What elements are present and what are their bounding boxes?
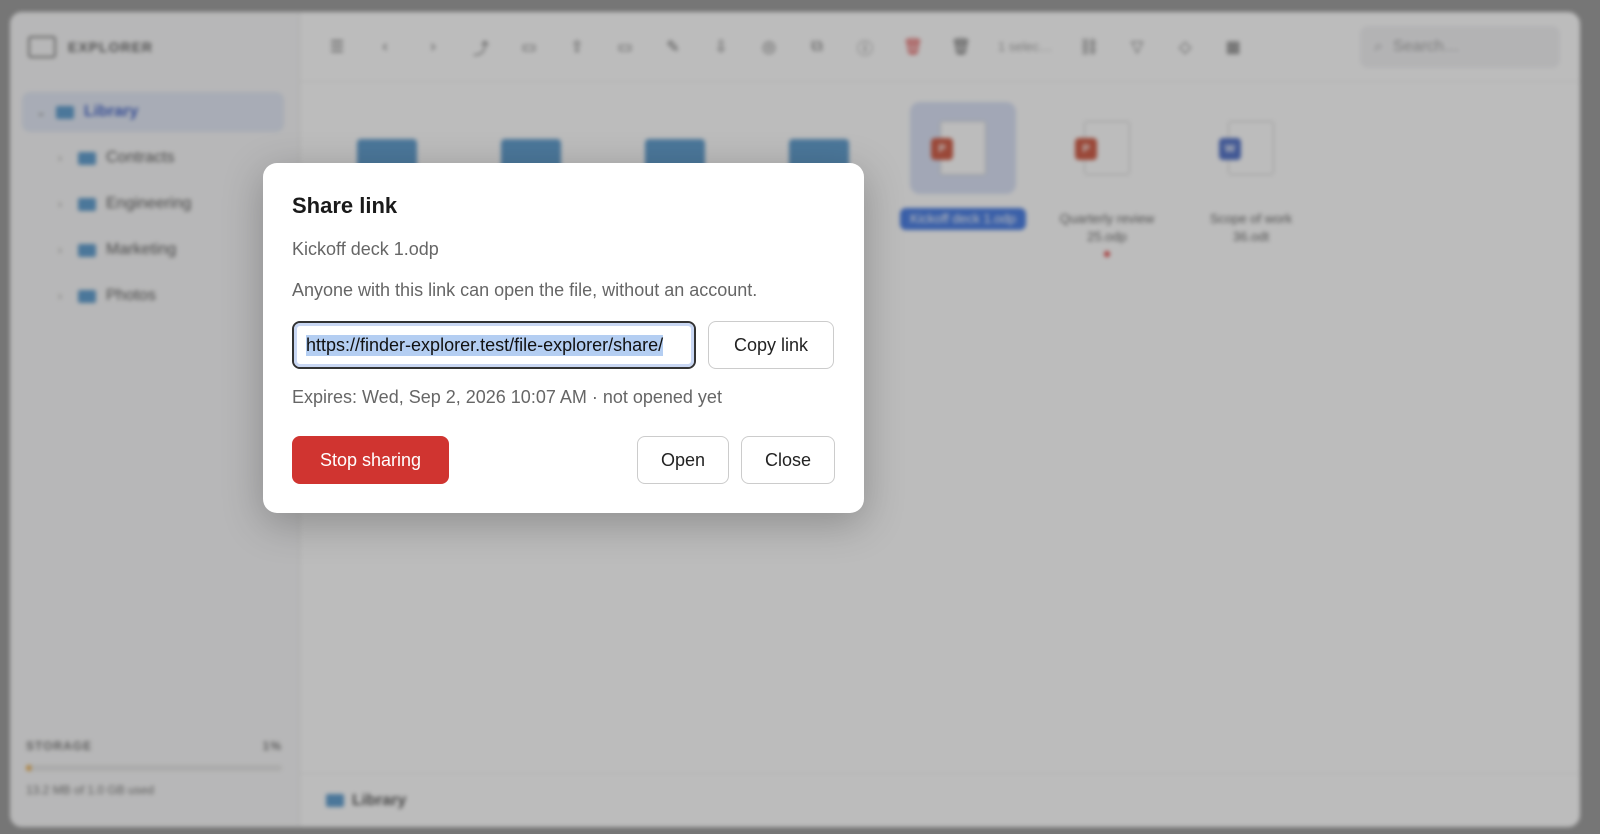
stop-sharing-button[interactable]: Stop sharing: [292, 436, 449, 484]
dialog-file-name: Kickoff deck 1.odp: [292, 239, 439, 259]
share-link-dialog: Share link Kickoff deck 1.odp Anyone wit…: [263, 163, 864, 513]
dialog-actions: Stop sharing Open Close: [292, 436, 835, 484]
dialog-title: Share link: [292, 193, 398, 218]
expiry-info: Expires: Wed, Sep 2, 2026 10:07 AM · not…: [292, 387, 722, 407]
close-button[interactable]: Close: [741, 436, 835, 484]
share-link-input[interactable]: [292, 321, 696, 369]
copy-link-button[interactable]: Copy link: [708, 321, 834, 369]
link-row: Copy link: [292, 321, 835, 369]
dialog-description: Anyone with this link can open the file,…: [292, 280, 758, 300]
open-button[interactable]: Open: [637, 436, 729, 484]
